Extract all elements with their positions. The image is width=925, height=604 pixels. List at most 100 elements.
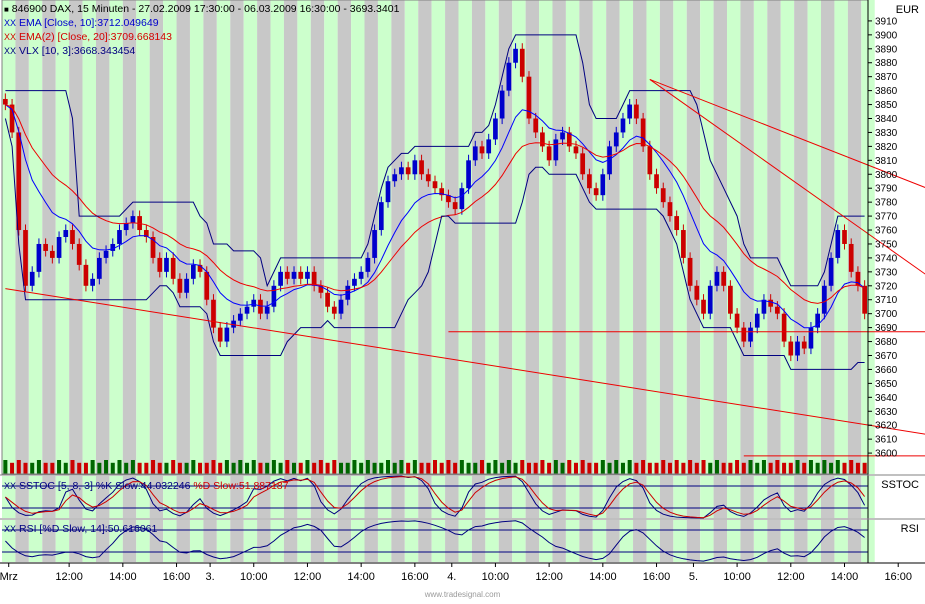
volume-bar — [232, 463, 236, 474]
rsi-band — [808, 520, 821, 562]
candle-body — [466, 160, 471, 188]
volume-bar — [500, 463, 504, 474]
sstoc-band — [834, 476, 847, 518]
x-tick-label: 14:00 — [831, 571, 859, 583]
volume-bars — [3, 460, 866, 474]
volume-bar — [534, 463, 538, 474]
price-band — [848, 0, 861, 474]
volume-bar — [420, 463, 424, 474]
rsi-band — [445, 520, 458, 562]
y-tick-label: 3670 — [875, 351, 898, 362]
volume-bar — [540, 460, 544, 474]
volume-bar — [809, 460, 813, 474]
candle-body — [862, 286, 867, 314]
x-tick-label: Mrz — [0, 571, 18, 583]
candle-body — [413, 160, 418, 174]
rsi-band — [593, 520, 606, 562]
sstoc-band — [808, 476, 821, 518]
candle-body — [835, 230, 840, 258]
price-band — [539, 0, 552, 474]
candle-body — [681, 230, 686, 258]
candle-body — [392, 174, 397, 181]
candle-body — [614, 132, 619, 146]
candle-body — [191, 265, 196, 279]
legend-vlx: XXVLX [10, 3]:3668.343454 — [4, 45, 135, 57]
candle-body — [225, 328, 230, 342]
sstoc-band — [606, 476, 619, 518]
volume-bar — [661, 460, 665, 474]
volume-bar — [379, 463, 383, 474]
candle-body — [600, 174, 605, 195]
price-band — [781, 0, 794, 474]
y-tick-label: 3660 — [875, 365, 898, 376]
candle-body — [251, 300, 256, 307]
volume-bar — [426, 463, 430, 474]
candle-body — [849, 244, 854, 272]
candle-body — [493, 119, 498, 140]
volume-bar — [554, 460, 558, 474]
volume-bar — [91, 460, 95, 474]
chart-title: ■ 846900 DAX, 15 Minuten - 27.02.2009 17… — [4, 3, 399, 15]
candle-body — [204, 272, 209, 300]
watermark: www.tradesignal.com — [0, 590, 925, 599]
volume-bar — [104, 460, 108, 474]
price-band — [432, 0, 445, 474]
rsi-band — [646, 520, 659, 562]
volume-bar — [70, 460, 74, 474]
volume-bar — [17, 460, 21, 474]
volume-bar — [520, 460, 524, 474]
candle-body — [654, 174, 659, 188]
price-band — [311, 0, 324, 474]
sstoc-band — [338, 476, 351, 518]
candle-body — [560, 132, 565, 139]
candle-body — [366, 258, 371, 272]
sstoc-band — [687, 476, 700, 518]
y-tick-label: 3600 — [875, 449, 898, 460]
candle-body — [580, 153, 585, 174]
rsi-band — [687, 520, 700, 562]
volume-bar — [10, 463, 14, 474]
y-tick-label: 3640 — [875, 393, 898, 404]
volume-bar — [332, 460, 336, 474]
candle-body — [110, 244, 115, 251]
sstoc-band — [472, 476, 485, 518]
rsi-pane-label: RSI — [901, 523, 919, 535]
volume-bar — [648, 463, 652, 474]
volume-bar — [561, 463, 565, 474]
price-band — [271, 0, 284, 474]
volume-bar — [158, 463, 162, 474]
volume-bar — [728, 463, 732, 474]
y-tick-label: 3700 — [875, 309, 898, 320]
rsi-band — [499, 520, 512, 562]
volume-bar — [795, 460, 799, 474]
volume-bar — [493, 460, 497, 474]
volume-bar — [50, 463, 54, 474]
candle-body — [809, 328, 814, 349]
rsi-band — [633, 520, 646, 562]
volume-bar — [715, 460, 719, 474]
volume-bar — [574, 463, 578, 474]
rsi-band — [271, 520, 284, 562]
y-tick-label: 3910 — [875, 16, 898, 27]
volume-bar — [467, 463, 471, 474]
volume-bar — [23, 463, 27, 474]
volume-bar — [473, 463, 477, 474]
candle-body — [325, 293, 330, 307]
candle-body — [278, 272, 283, 286]
y-tick-label: 3830 — [875, 128, 898, 139]
volume-bar — [346, 463, 350, 474]
candle-body — [117, 230, 122, 244]
candle-body — [372, 230, 377, 258]
candle-body — [842, 230, 847, 244]
x-tick-label: 12:00 — [535, 571, 563, 583]
price-band — [767, 0, 780, 474]
candle-body — [701, 300, 706, 314]
volume-bar — [406, 463, 410, 474]
volume-bar — [608, 463, 612, 474]
candle-body — [688, 258, 693, 286]
candle-body — [90, 279, 95, 286]
sstoc-band — [405, 476, 418, 518]
price-band — [177, 0, 190, 474]
candle-body — [298, 272, 303, 279]
rsi-band — [485, 520, 498, 562]
